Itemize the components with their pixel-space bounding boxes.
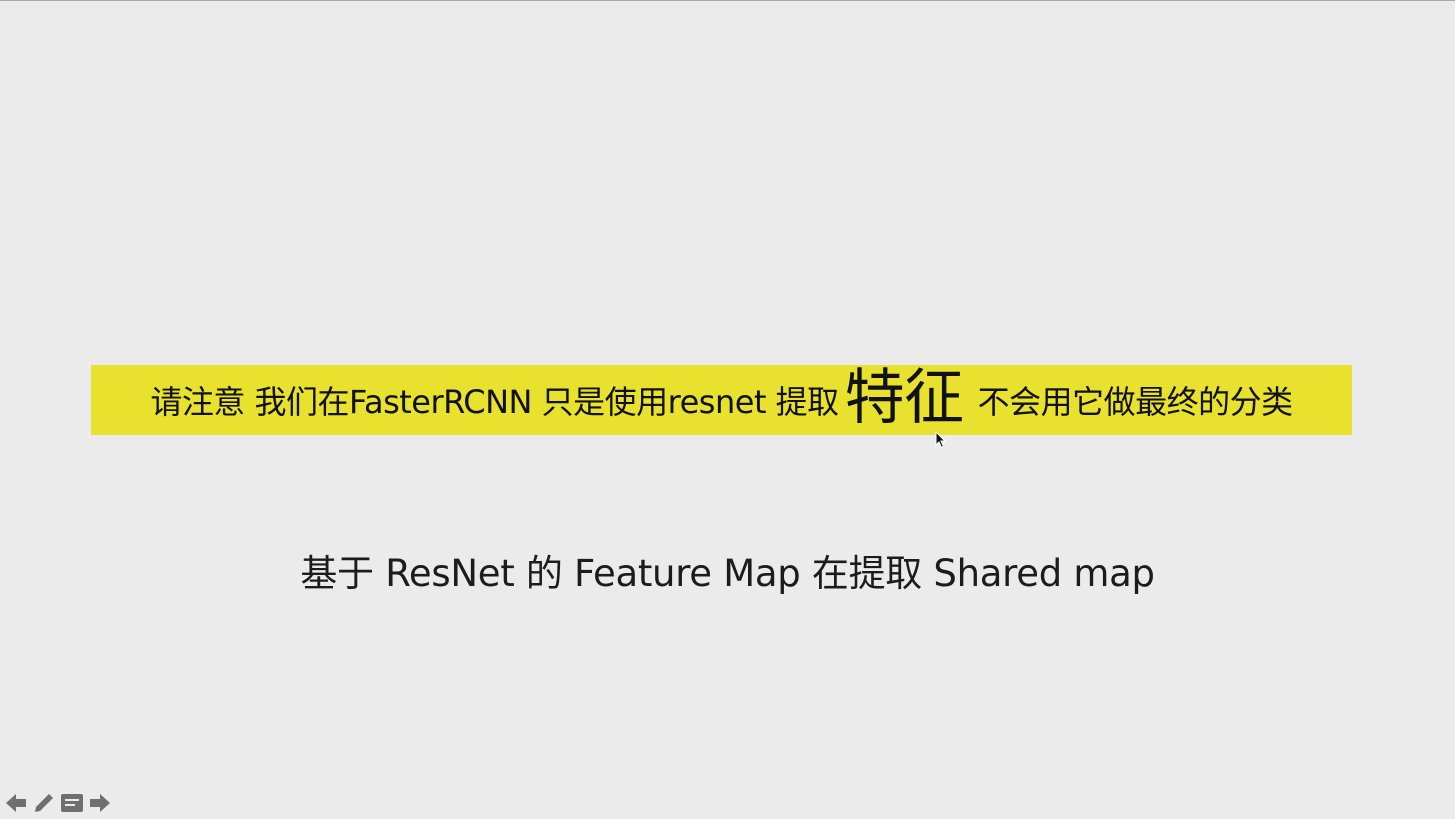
highlight-emphasis-text: 特征 <box>844 363 965 433</box>
mouse-cursor-icon <box>935 431 947 449</box>
slide-subtitle: 基于 ResNet 的 Feature Map 在提取 Shared map <box>300 552 1155 595</box>
highlight-text-part2: 不会用它做最终的分类 <box>977 383 1294 421</box>
pen-tool-button[interactable] <box>32 791 56 815</box>
slide-navigation-controls <box>4 791 112 815</box>
presentation-slide: 请注意 我们在FasterRCNN 只是使用resnet 提取 特征 不会用它做… <box>0 0 1455 819</box>
next-slide-button[interactable] <box>88 791 112 815</box>
previous-slide-button[interactable] <box>4 791 28 815</box>
arrow-left-icon <box>6 794 26 812</box>
highlighted-sentence: 请注意 我们在FasterRCNN 只是使用resnet 提取 特征 不会用它做… <box>91 365 1352 435</box>
pencil-icon <box>35 794 53 812</box>
highlight-text-part1: 请注意 我们在FasterRCNN 只是使用resnet 提取 <box>150 383 839 421</box>
menu-icon <box>61 794 83 812</box>
arrow-right-icon <box>90 794 110 812</box>
slide-menu-button[interactable] <box>60 791 84 815</box>
